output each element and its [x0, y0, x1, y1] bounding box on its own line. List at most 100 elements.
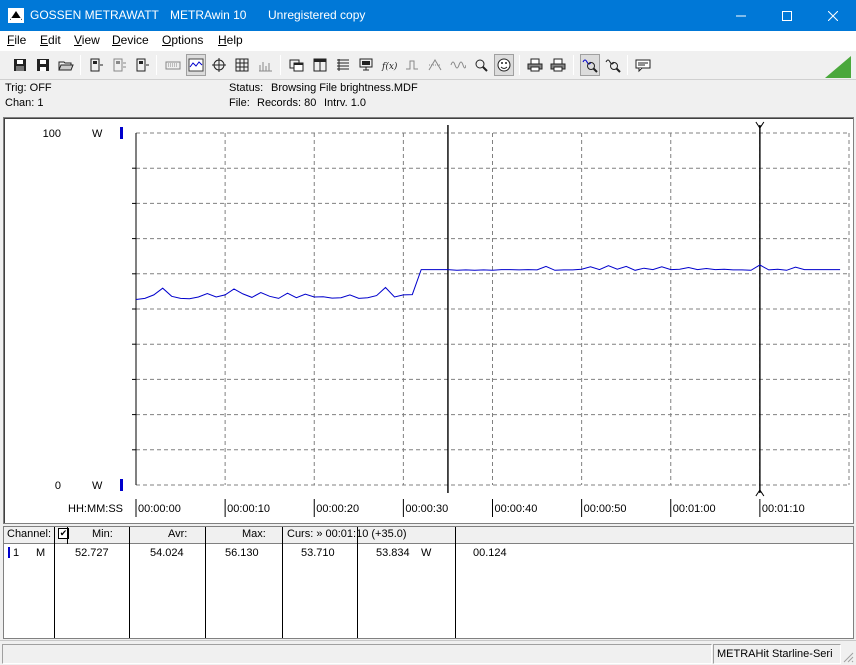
- x-axis-label: HH:MM:SS: [68, 503, 123, 515]
- row-cursor-2: 53.834: [376, 547, 410, 559]
- zoom-channel-icon: [475, 59, 488, 72]
- col-header-min: Min:: [92, 528, 113, 540]
- print-preview-button[interactable]: [548, 54, 568, 76]
- menu-options[interactable]: Options: [162, 33, 203, 47]
- x-tick-label: 00:00:50: [584, 503, 627, 515]
- series-line[interactable]: [135, 264, 841, 300]
- toolbar-separator: [519, 55, 520, 75]
- col-header-max: Max:: [242, 528, 266, 540]
- line-chart-icon: [188, 58, 204, 72]
- menu-bar: File Edit View Device Options Help: [0, 31, 856, 51]
- device-online-icon: [113, 58, 126, 72]
- auto-scale-button[interactable]: [494, 54, 514, 76]
- list-button[interactable]: [333, 54, 353, 76]
- row-channel: 1: [13, 547, 20, 559]
- trigger-icon: [406, 60, 418, 70]
- keyboard-icon: [165, 61, 181, 70]
- table-button[interactable]: [232, 54, 252, 76]
- status-label: Status:: [229, 82, 264, 94]
- svg-text:f(x): f(x): [381, 61, 397, 72]
- menu-device[interactable]: Device: [112, 33, 149, 47]
- device-read-icon: [90, 58, 103, 72]
- formula-icon: f(x): [381, 61, 397, 72]
- device-memory-icon: [136, 58, 149, 72]
- print-button[interactable]: [525, 54, 545, 76]
- file-label: File:: [229, 97, 250, 109]
- row-unit: W: [421, 547, 432, 559]
- toolbar-separator: [573, 55, 574, 75]
- folder-button[interactable]: [56, 54, 76, 76]
- zoom-channel-button[interactable]: [471, 54, 491, 76]
- interval-value: Intrv. 1.0: [324, 97, 366, 109]
- row-cursor-1: 53.710: [301, 547, 335, 559]
- zoom-out-icon: [605, 59, 621, 73]
- toolbar-separator: [280, 55, 281, 75]
- column-divider: [67, 527, 68, 544]
- maximize-button[interactable]: [764, 0, 810, 31]
- list-icon: [337, 59, 349, 71]
- zoom-out-button[interactable]: [603, 54, 623, 76]
- slope-button[interactable]: [425, 54, 445, 76]
- trigger-button[interactable]: [402, 54, 422, 76]
- status-value: Browsing File brightness.MDF: [271, 82, 418, 94]
- slope-icon: [428, 59, 442, 71]
- formula-button[interactable]: f(x): [379, 54, 399, 76]
- toolbar-separator: [627, 55, 628, 75]
- keyboard-button[interactable]: [163, 54, 183, 76]
- save-button[interactable]: [33, 54, 53, 76]
- x-tick-label: 00:00:40: [495, 503, 538, 515]
- y-min-unit: W: [92, 480, 103, 492]
- window-app-name: METRAwin 10: [170, 8, 247, 22]
- zoom-wave-button[interactable]: [580, 54, 600, 76]
- close-button[interactable]: [810, 0, 856, 31]
- toolbar-separator: [80, 55, 81, 75]
- x-tick-label: 00:00:10: [227, 503, 270, 515]
- window-tile-icon: [313, 58, 327, 72]
- wave-button[interactable]: [448, 54, 468, 76]
- title-bar[interactable]: GOSSEN METRAWATT METRAwin 10 Unregistere…: [0, 0, 856, 31]
- open-button[interactable]: [10, 54, 30, 76]
- menu-help[interactable]: Help: [218, 33, 243, 47]
- resize-grip-icon[interactable]: [842, 651, 854, 663]
- device-memory-button[interactable]: [132, 54, 152, 76]
- comment-button[interactable]: [633, 54, 653, 76]
- yt-chart[interactable]: 100 W 0 W HH:MM:SS 00:00:00 00:00:10 00:00:20 00…: [4, 118, 853, 523]
- floppy-open-icon: [14, 59, 26, 71]
- printer-preview-icon: [550, 58, 566, 72]
- x-tick-label: 00:00:20: [316, 503, 359, 515]
- table-row[interactable]: 1 M 52.727 54.024 56.130 53.710 53.834 W…: [4, 544, 853, 562]
- computer-icon: [359, 58, 373, 71]
- x-tick-label: 00:00:00: [138, 503, 181, 515]
- info-bar: Trig: OFF Chan: 1 Status: Browsing File …: [0, 80, 856, 114]
- table-header: [4, 527, 853, 544]
- trigger-status: Trig: OFF: [5, 82, 52, 94]
- window-tile-button[interactable]: [310, 54, 330, 76]
- printer-icon: [527, 58, 543, 72]
- window-cascade-button[interactable]: [287, 54, 307, 76]
- menu-file[interactable]: File: [7, 33, 26, 47]
- chart-panel[interactable]: 100 W 0 W HH:MM:SS 00:00:00 00:00:10 00:00:20 00…: [3, 117, 854, 524]
- toolbar: f(x): [0, 51, 856, 80]
- y-min-label: 0: [55, 480, 61, 492]
- histogram-button[interactable]: [255, 54, 275, 76]
- face-icon: [497, 58, 511, 72]
- yt-chart-button[interactable]: [186, 54, 206, 76]
- row-mode: M: [36, 547, 46, 559]
- computer-button[interactable]: [356, 54, 376, 76]
- xy-chart-button[interactable]: [209, 54, 229, 76]
- menu-edit[interactable]: Edit: [40, 33, 61, 47]
- window-brand: GOSSEN METRAWATT: [30, 8, 159, 22]
- windows-icon: [289, 59, 304, 72]
- floppy-save-icon: [37, 59, 49, 71]
- signal-corner-icon: [825, 56, 851, 78]
- col-header-avg: Avr:: [168, 528, 188, 540]
- menu-view[interactable]: View: [74, 33, 100, 47]
- status-panel-main: [2, 644, 712, 664]
- device-online-button[interactable]: [109, 54, 129, 76]
- status-device: METRAHit Starline-Seri: [713, 644, 841, 664]
- minimize-button[interactable]: [718, 0, 764, 31]
- device-read-button[interactable]: [86, 54, 106, 76]
- channel-color-marker: [8, 547, 10, 558]
- wave-icon: [450, 61, 466, 69]
- col-header-cursor: Curs: » 00:01:10 (+35.0): [287, 528, 407, 540]
